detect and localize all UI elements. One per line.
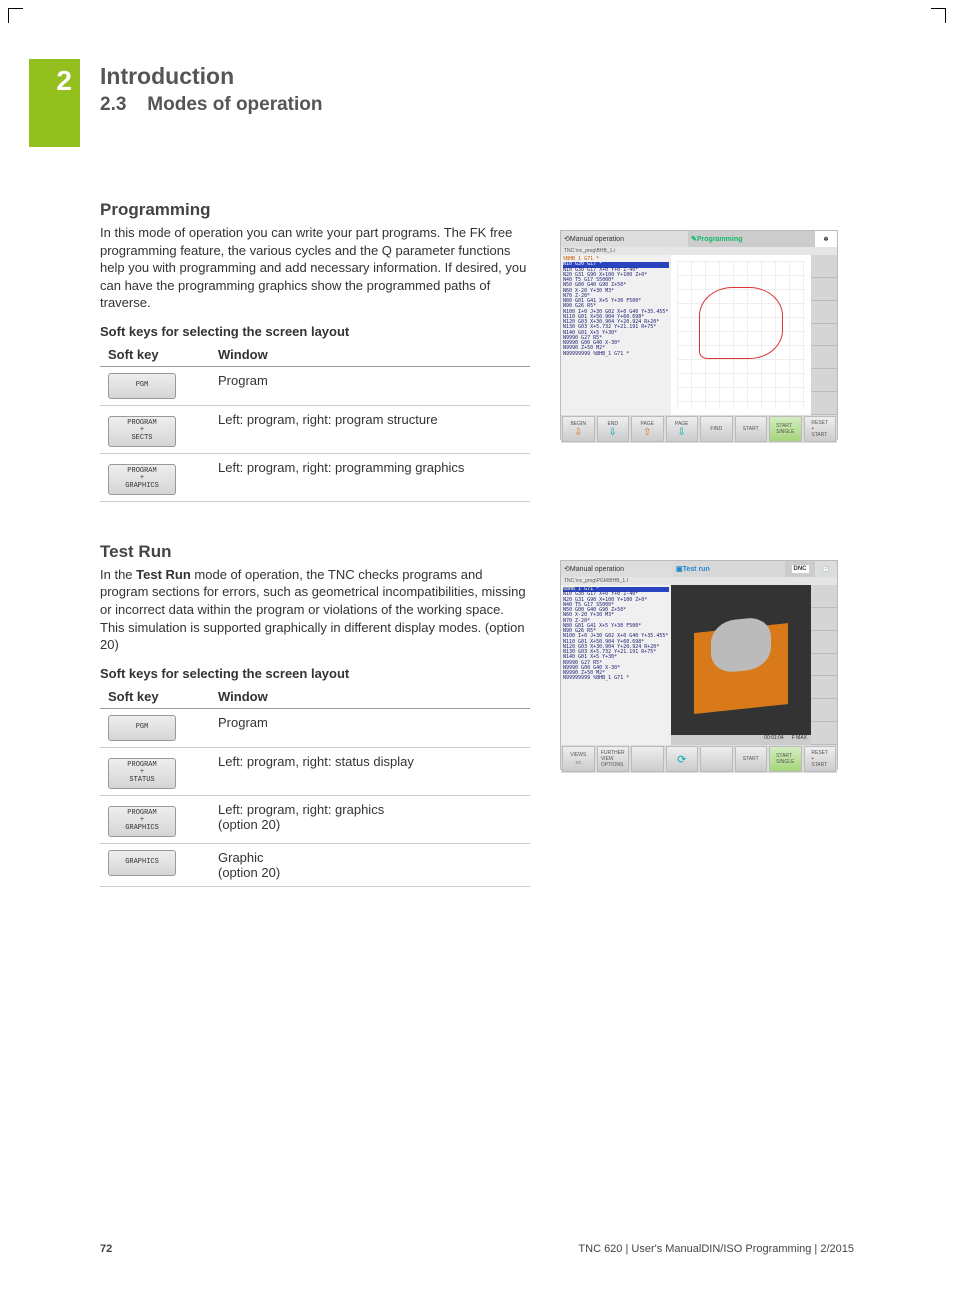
crop-mark-tr	[931, 8, 946, 23]
softkey-program-graphics[interactable]: PROGRAM + GRAPHICS	[108, 806, 176, 837]
th-softkey: Soft key	[100, 343, 210, 367]
softkey-program-status[interactable]: PROGRAM + STATUS	[108, 758, 176, 789]
th-window: Window	[210, 685, 530, 709]
paragraph-testrun: In the Test Run mode of operation, the T…	[100, 566, 530, 654]
softkey-pgm[interactable]: PGM	[108, 715, 176, 741]
ss-code-lines: N10 G30 G17 X+0 Y+0 Z-40* N20 G31 G90 X+…	[563, 268, 669, 357]
brand-logo-icon: ✽	[815, 231, 837, 247]
cell-window: Program	[210, 708, 530, 747]
ss-btn-reset-start[interactable]: RESET + START	[804, 416, 837, 442]
table-row: PGM Program	[100, 366, 530, 405]
ss-btn-rotate[interactable]: ⟳	[666, 746, 699, 772]
softkey-table-prog: Soft key Window PGM Program PROGRAM + SE…	[100, 343, 530, 502]
cell-window: Program	[210, 366, 530, 405]
th-window: Window	[210, 343, 530, 367]
ss-titlebar: ⟲ Manual operation ✎ Programming ✽	[561, 231, 837, 247]
ss-btn-start[interactable]: START	[735, 746, 768, 772]
softkey-table-test: Soft key Window PGM Program PROGRAM + ST…	[100, 685, 530, 887]
ss-body: %BHB_1 G71 * N10 G30 G17 X+0 Y+0 Z-40* N…	[561, 585, 837, 745]
screenshot-testrun: ⟲ Manual operation ▣ Test run DNC 🕐 TNC:…	[560, 560, 838, 770]
page-footer: 72 TNC 620 | User's ManualDIN/ISO Progra…	[100, 1243, 854, 1255]
softkey-pgm[interactable]: PGM	[108, 373, 176, 399]
table-row: GRAPHICS Graphic (option 20)	[100, 843, 530, 886]
ss-btn-find[interactable]: FIND	[700, 416, 733, 442]
section-title: Modes of operation	[147, 94, 322, 115]
ss-tab-manual[interactable]: ⟲ Manual operation	[561, 231, 688, 247]
render-3d	[679, 593, 803, 737]
ss-path: TNC:\nc_prog\BHB_1.i	[561, 247, 837, 255]
ss-titlebar: ⟲ Manual operation ▣ Test run DNC 🕐	[561, 561, 837, 577]
ss-tab-manual[interactable]: ⟲ Manual operation	[561, 561, 673, 577]
arrow-down-icon: ⇩	[609, 427, 617, 438]
ss-btn-start-single[interactable]: START SINGLE	[769, 746, 802, 772]
arrow-down-icon: ⇩	[574, 427, 582, 438]
section-number: 2.3	[100, 94, 142, 116]
ss-tab-programming[interactable]: ✎ Programming	[688, 231, 815, 247]
chapter-number: 2	[56, 65, 72, 97]
dnc-badge: DNC	[785, 561, 815, 577]
ss-sidebar	[811, 585, 837, 745]
ss-statusbar: 00:01:04 F MAX	[671, 735, 811, 745]
crop-mark-tl	[8, 8, 23, 23]
cell-window: Left: program, right: graphics (option 2…	[210, 795, 530, 843]
ss-btn-reset-start[interactable]: RESET + START	[804, 746, 837, 772]
arrow-down-icon: ⇩	[678, 427, 686, 438]
ss-btn-views[interactable]: VIEWS▫▫	[562, 746, 595, 772]
ss-btn-begin[interactable]: BEGIN⇩	[562, 416, 595, 442]
ss-btn-start-single[interactable]: START SINGLE	[769, 416, 802, 442]
ss-btn-start[interactable]: START	[735, 416, 768, 442]
ss-softkey-row: BEGIN⇩ END⇩ PAGE⇧ PAGE⇩ FIND START START…	[561, 415, 837, 443]
footer-reference: TNC 620 | User's ManualDIN/ISO Programmi…	[578, 1243, 854, 1255]
screenshot-programming: ⟲ Manual operation ✎ Programming ✽ TNC:\…	[560, 230, 838, 440]
cell-window: Left: program, right: status display	[210, 747, 530, 795]
clock-icon: 🕐	[815, 561, 837, 577]
ss-softkey-row: VIEWS▫▫ FURTHER VIEW OPTIONS ⟳ START STA…	[561, 745, 837, 773]
heading-programming: Programming	[100, 200, 845, 220]
ss-btn-view-options[interactable]: FURTHER VIEW OPTIONS	[597, 746, 630, 772]
ss-btn-page-down[interactable]: PAGE⇩	[666, 416, 699, 442]
ss-body: %BHB_1 G71 * N10 G30 G17 * N10 G30 G17 X…	[561, 255, 837, 415]
toolpath-shape	[699, 287, 783, 359]
cell-window: Graphic (option 20)	[210, 843, 530, 886]
ss-btn-end[interactable]: END⇩	[597, 416, 630, 442]
page-number: 72	[100, 1243, 112, 1255]
ss-code-lines: N10 G30 G17 X+0 Y+0 Z-40* N20 G31 G90 X+…	[563, 592, 669, 681]
table-row: PROGRAM + GRAPHICS Left: program, right:…	[100, 453, 530, 501]
table-row: PROGRAM + SECTS Left: program, right: pr…	[100, 405, 530, 453]
cell-window: Left: program, right: program structure	[210, 405, 530, 453]
softkey-program-sects[interactable]: PROGRAM + SECTS	[108, 416, 176, 447]
ss-graphic-panel[interactable]	[671, 255, 811, 415]
ss-code-panel[interactable]: %BHB_1 G71 * N10 G30 G17 * N10 G30 G17 X…	[561, 255, 671, 415]
ss-sidebar	[811, 255, 837, 415]
section-line: 2.3 Modes of operation	[100, 94, 323, 116]
softkey-graphics[interactable]: GRAPHICS	[108, 850, 176, 876]
ss-btn-page-up[interactable]: PAGE⇧	[631, 416, 664, 442]
ss-3d-panel[interactable]: 00:01:04 F MAX	[671, 585, 811, 745]
ss-btn-empty[interactable]	[700, 746, 733, 772]
table-row: PGM Program	[100, 708, 530, 747]
chapter-title: Introduction	[100, 63, 323, 90]
ss-code-panel[interactable]: %BHB_1 G71 * N10 G30 G17 X+0 Y+0 Z-40* N…	[561, 585, 671, 745]
table-row: PROGRAM + GRAPHICS Left: program, right:…	[100, 795, 530, 843]
ss-tab-testrun[interactable]: ▣ Test run	[673, 561, 785, 577]
paragraph-programming: In this mode of operation you can write …	[100, 224, 530, 312]
ss-btn-empty[interactable]	[631, 746, 664, 772]
cell-window: Left: program, right: programming graphi…	[210, 453, 530, 501]
table-row: PROGRAM + STATUS Left: program, right: s…	[100, 747, 530, 795]
ss-path: TNC:\nc_prog\PGM\BHB_1.I	[561, 577, 837, 585]
softkey-program-graphics[interactable]: PROGRAM + GRAPHICS	[108, 464, 176, 495]
heading-testrun: Test Run	[100, 542, 845, 562]
arrow-up-icon: ⇧	[643, 427, 651, 438]
page-header: Introduction 2.3 Modes of operation	[100, 63, 323, 116]
chapter-badge: 2	[29, 59, 80, 147]
rotate-icon: ⟳	[677, 753, 686, 766]
th-softkey: Soft key	[100, 685, 210, 709]
